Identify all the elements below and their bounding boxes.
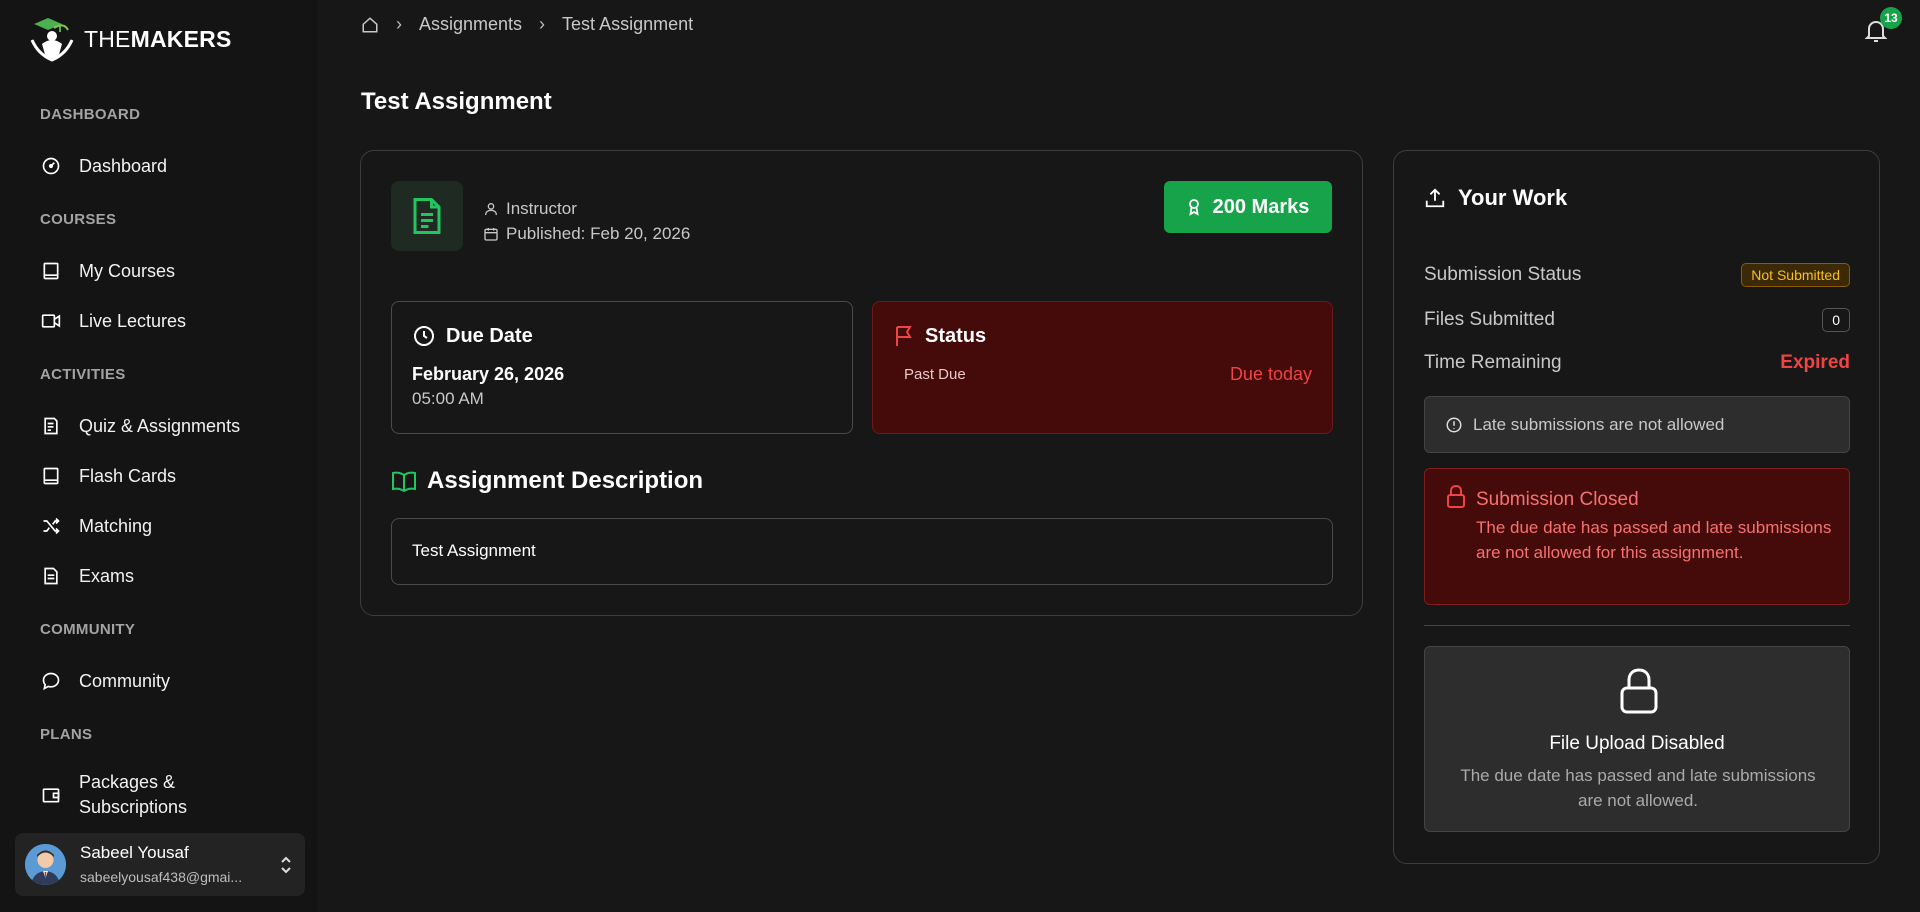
sidebar-item-label: Live Lectures [79, 310, 187, 331]
section-courses: COURSES [40, 211, 117, 228]
submission-status-label: Submission Status [1424, 264, 1582, 285]
divider [1424, 625, 1850, 626]
file-icon [40, 565, 62, 587]
status-label: Past Due [904, 366, 966, 383]
upload-disabled-text: The due date has passed and late submiss… [1460, 766, 1816, 810]
user-icon [483, 201, 499, 217]
shuffle-icon [40, 515, 62, 537]
notification-badge: 13 [1880, 7, 1902, 29]
user-menu[interactable]: Sabeel Yousaf sabeelyousaf438@gmai... [15, 833, 305, 896]
time-remaining-row: Time Remaining Expired [1424, 352, 1850, 374]
description-text: Test Assignment [412, 541, 536, 560]
breadcrumb-assignments[interactable]: Assignments [419, 14, 522, 35]
calendar-icon [483, 226, 499, 242]
user-name: Sabeel Yousaf [80, 843, 189, 862]
breadcrumb: › Assignments › Test Assignment [361, 14, 693, 35]
sidebar-item-packages[interactable]: Packages & Subscriptions [40, 770, 187, 820]
sidebar-item-exams[interactable]: Exams [40, 565, 134, 587]
chevron-up-down-icon [279, 855, 293, 875]
sidebar-item-label: Dashboard [79, 155, 168, 176]
files-submitted-row: Files Submitted 0 [1424, 308, 1850, 332]
sidebar-item-label: Subscriptions [79, 797, 188, 817]
clipboard-icon [40, 415, 62, 437]
sidebar-item-community[interactable]: Community [40, 670, 170, 692]
status-card: Status Past Due Due today [872, 301, 1333, 434]
due-date-value: February 26, 2026 [412, 364, 565, 384]
sidebar-item-my-courses[interactable]: My Courses [40, 260, 175, 282]
logo-text-the: THE [84, 25, 131, 52]
wallet-icon [40, 784, 62, 806]
sidebar-item-label: Flash Cards [79, 465, 177, 486]
clock-icon [412, 324, 436, 348]
logo-text-makers: MAKERS [130, 25, 232, 52]
time-remaining-value: Expired [1780, 352, 1850, 373]
sidebar-item-live-lectures[interactable]: Live Lectures [40, 310, 186, 332]
your-work-card: Your Work Submission Status Not Submitte… [1393, 150, 1880, 864]
sidebar-item-quiz-assignments[interactable]: Quiz & Assignments [40, 415, 240, 437]
status-value: Due today [1229, 364, 1312, 384]
sidebar-item-flash-cards[interactable]: Flash Cards [40, 465, 176, 487]
sidebar-item-label: Community [79, 670, 171, 691]
cards-icon [40, 465, 62, 487]
flag-icon [893, 324, 915, 348]
submission-status-row: Submission Status Not Submitted [1424, 263, 1850, 287]
section-plans: PLANS [40, 726, 93, 743]
sidebar-item-label: Quiz & Assignments [79, 415, 241, 436]
assignment-meta: Instructor Published: Feb 20, 2026 [483, 196, 690, 246]
files-count-badge: 0 [1822, 308, 1850, 332]
section-community: COMMUNITY [40, 621, 136, 638]
info-icon [1445, 416, 1463, 434]
assignment-card: Instructor Published: Feb 20, 2026 200 M… [360, 150, 1363, 616]
home-icon[interactable] [361, 16, 379, 34]
section-dashboard: DASHBOARD [40, 106, 141, 123]
video-icon [40, 310, 62, 332]
file-upload-disabled: File Upload Disabled The due date has pa… [1424, 646, 1850, 832]
lock-icon [1445, 485, 1467, 509]
user-email: sabeelyousaf438@gmai... [80, 869, 243, 885]
submission-closed-title: Submission Closed [1476, 489, 1639, 510]
sidebar-item-label: Packages & [79, 772, 176, 792]
submission-closed-text: The due date has passed and late submiss… [1476, 518, 1832, 562]
status-title: Status [925, 324, 987, 347]
award-icon [1187, 198, 1201, 216]
sidebar-item-matching[interactable]: Matching [40, 515, 152, 537]
section-activities: ACTIVITIES [40, 366, 126, 383]
marks-badge: 200 Marks [1164, 181, 1332, 233]
chevron-right-icon: › [539, 14, 546, 34]
sidebar-item-label: Exams [79, 565, 135, 586]
sidebar: THEMAKERS DASHBOARD Dashboard COURSES My… [0, 0, 318, 912]
your-work-title: Your Work [1458, 185, 1568, 210]
due-time-value: 05:00 AM [412, 389, 484, 408]
gauge-icon [40, 155, 62, 177]
submission-closed-alert: Submission Closed The due date has passe… [1424, 468, 1850, 605]
app-logo[interactable]: THEMAKERS [24, 14, 231, 64]
document-icon [391, 181, 463, 251]
description-box: Test Assignment [391, 518, 1333, 585]
status-badge: Not Submitted [1741, 263, 1850, 287]
marks-label: 200 Marks [1212, 195, 1310, 218]
upload-disabled-title: File Upload Disabled [1549, 733, 1725, 754]
due-date-title: Due Date [446, 324, 533, 347]
lock-icon [1618, 667, 1660, 715]
files-submitted-label: Files Submitted [1424, 309, 1555, 330]
time-remaining-label: Time Remaining [1424, 352, 1562, 373]
avatar [25, 844, 66, 885]
sidebar-item-label: Matching [79, 515, 153, 536]
sidebar-item-label: My Courses [79, 260, 176, 281]
logo-icon [24, 14, 80, 64]
breadcrumb-current: Test Assignment [562, 14, 694, 34]
book-icon [40, 260, 62, 282]
due-date-card: Due Date February 26, 2026 05:00 AM [391, 301, 853, 434]
late-notice: Late submissions are not allowed [1424, 396, 1850, 453]
chevron-right-icon: › [396, 14, 402, 34]
sidebar-item-dashboard[interactable]: Dashboard [40, 155, 167, 177]
chat-icon [40, 670, 62, 692]
instructor-name: Instructor [506, 198, 577, 218]
published-date: Published: Feb 20, 2026 [506, 223, 691, 243]
late-notice-text: Late submissions are not allowed [1473, 414, 1725, 434]
description-title: Assignment Description [427, 467, 704, 494]
upload-icon [1424, 187, 1446, 209]
open-book-icon [391, 470, 417, 492]
page-title: Test Assignment [361, 88, 552, 115]
